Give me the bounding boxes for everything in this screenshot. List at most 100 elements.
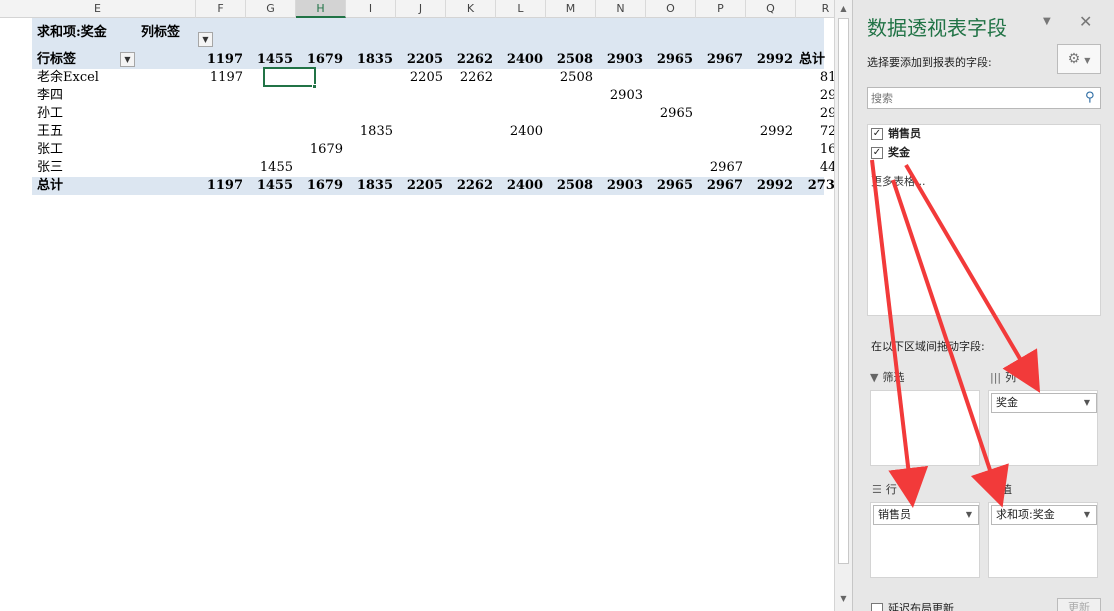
column-header-E[interactable]: E: [0, 0, 196, 18]
pivot-value-cell[interactable]: 1835: [346, 123, 396, 141]
grand-total-cell[interactable]: 2508: [546, 177, 596, 195]
update-button[interactable]: 更新: [1057, 598, 1101, 611]
pivot-col-header-value[interactable]: 2992: [746, 51, 796, 69]
defer-checkbox[interactable]: [871, 603, 883, 611]
pivot-col-header-value[interactable]: 1835: [346, 51, 396, 69]
grand-total-cell[interactable]: 2400: [496, 177, 546, 195]
grand-total-cell[interactable]: 2903: [596, 177, 646, 195]
pivot-col-header-value[interactable]: 2965: [646, 51, 696, 69]
pane-title: 数据透视表字段: [867, 16, 1007, 40]
pivot-value-cell[interactable]: 2262: [446, 69, 496, 87]
chip-label: 求和项:奖金: [996, 508, 1055, 521]
columns-area-label: ||| 列: [990, 370, 1016, 386]
drag-hint-text: 在以下区域间拖动字段:: [871, 340, 985, 353]
column-header-G[interactable]: G: [246, 0, 296, 18]
pivot-col-header-value[interactable]: 2903: [596, 51, 646, 69]
scroll-down-icon[interactable]: ▼: [837, 592, 850, 605]
pivot-row-label[interactable]: 张三: [34, 159, 63, 177]
field-item-salesperson[interactable]: ✓ 销售员: [871, 125, 921, 143]
pivot-value-cell[interactable]: 2205: [396, 69, 446, 87]
column-header-I[interactable]: I: [346, 0, 396, 18]
pivot-col-labels-label: 列标签: [141, 25, 181, 40]
columns-field-chip[interactable]: 奖金 ▼: [991, 393, 1097, 413]
pivot-column-values-row: 行标签 ▼ 1197 1455 1679 1835 2205 2262 2400 2508 29…: [32, 51, 825, 69]
grand-total-cell[interactable]: 2967: [696, 177, 746, 195]
values-dropzone[interactable]: 求和项:奖金 ▼: [988, 502, 1098, 578]
pivot-value-cell[interactable]: 2400: [496, 123, 546, 141]
selected-cell[interactable]: [263, 67, 316, 87]
pivot-value-cell[interactable]: 2903: [596, 87, 646, 105]
chevron-down-icon[interactable]: ▼: [966, 506, 972, 524]
pivot-col-header-value[interactable]: 2262: [446, 51, 496, 69]
scroll-up-icon[interactable]: ▲: [837, 2, 850, 15]
checkbox-bonus[interactable]: ✓: [871, 147, 883, 159]
pivot-row-label[interactable]: 孙工: [34, 105, 63, 123]
pivot-col-header-value[interactable]: 2400: [496, 51, 546, 69]
field-search-input[interactable]: [867, 87, 1101, 109]
grand-total-cell[interactable]: 2992: [746, 177, 796, 195]
column-header-O[interactable]: O: [646, 0, 696, 18]
grand-total-cell[interactable]: 1679: [296, 177, 346, 195]
pivot-col-header-value[interactable]: 2967: [696, 51, 746, 69]
column-header-F[interactable]: F: [196, 0, 246, 18]
pivot-value-cell[interactable]: 1455: [246, 159, 296, 177]
grand-total-cell[interactable]: 1197: [196, 177, 246, 195]
column-header-N[interactable]: N: [596, 0, 646, 18]
chevron-down-icon: ▼: [124, 55, 131, 64]
column-header-H[interactable]: H: [296, 0, 346, 18]
column-header-P[interactable]: P: [696, 0, 746, 18]
pivot-col-header-value[interactable]: 2205: [396, 51, 446, 69]
sigma-icon: Σ: [990, 483, 997, 496]
rows-dropzone[interactable]: 销售员 ▼: [870, 502, 980, 578]
rows-icon: ☰: [872, 483, 882, 496]
pivot-header-band: 求和项:奖金 列标签 ▼: [32, 18, 824, 54]
row-labels-filter-button[interactable]: ▼: [120, 52, 135, 67]
pivot-row-label[interactable]: 老余Excel: [34, 69, 99, 87]
pivot-row-labels-label: 行标签: [37, 52, 77, 67]
pivot-value-cell[interactable]: 1679: [296, 141, 346, 159]
vertical-scrollbar[interactable]: ▲ ▼: [834, 0, 852, 611]
pivot-col-header-value[interactable]: 2508: [546, 51, 596, 69]
pane-options-chevron-icon[interactable]: ▼: [1043, 16, 1051, 27]
grand-total-cell[interactable]: 1835: [346, 177, 396, 195]
grand-total-cell[interactable]: 2262: [446, 177, 496, 195]
more-tables-link[interactable]: 更多表格...: [871, 173, 926, 189]
column-header-K[interactable]: K: [446, 0, 496, 18]
pivot-value-cell[interactable]: 2967: [696, 159, 746, 177]
column-header-J[interactable]: J: [396, 0, 446, 18]
grand-total-cell[interactable]: 2205: [396, 177, 446, 195]
fill-handle[interactable]: [312, 84, 317, 89]
pivot-row: 张工16791679: [32, 141, 853, 159]
column-header-Q[interactable]: Q: [746, 0, 796, 18]
pivot-row: 孙工29652965: [32, 105, 853, 123]
close-icon[interactable]: ✕: [1079, 12, 1092, 31]
pivot-grand-total-row: 总计 1197 1455 1679 1835 2205 2262 2400 2508 2903 2…: [32, 177, 853, 195]
pivot-value-cell[interactable]: 2992: [746, 123, 796, 141]
worksheet[interactable]: EFGHIJKLMNOPQR 求和项:奖金 列标签 ▼ 行标签 ▼ 1197 14…: [0, 0, 856, 611]
field-settings-button[interactable]: ⚙ ▼: [1057, 44, 1101, 74]
pivot-row-label[interactable]: 张工: [34, 141, 63, 159]
grand-total-cell[interactable]: 2965: [646, 177, 696, 195]
pivot-col-header-value[interactable]: 1197: [196, 51, 246, 69]
chevron-down-icon[interactable]: ▼: [1084, 506, 1090, 524]
pivot-value-cell[interactable]: 2965: [646, 105, 696, 123]
columns-dropzone[interactable]: 奖金 ▼: [988, 390, 1098, 466]
search-icon[interactable]: ⚲: [1085, 90, 1095, 105]
defer-layout-update[interactable]: 延迟布局更新: [871, 600, 954, 611]
checkbox-salesperson[interactable]: ✓: [871, 128, 883, 140]
pivot-value-cell[interactable]: 2508: [546, 69, 596, 87]
grand-total-cell[interactable]: 1455: [246, 177, 296, 195]
field-list: ✓ 销售员 ✓ 奖金 更多表格...: [867, 124, 1101, 316]
pivot-row-label[interactable]: 王五: [34, 123, 63, 141]
col-labels-filter-button[interactable]: ▼: [198, 32, 213, 47]
chevron-down-icon[interactable]: ▼: [1084, 394, 1090, 412]
pivot-value-cell[interactable]: 1197: [196, 69, 246, 87]
filter-dropzone[interactable]: [870, 390, 980, 466]
pivot-row-label[interactable]: 李四: [34, 87, 63, 105]
column-header-M[interactable]: M: [546, 0, 596, 18]
values-field-chip[interactable]: 求和项:奖金 ▼: [991, 505, 1097, 525]
scroll-thumb[interactable]: [838, 18, 849, 564]
rows-field-chip[interactable]: 销售员 ▼: [873, 505, 979, 525]
field-item-bonus[interactable]: ✓ 奖金: [871, 144, 910, 162]
column-header-L[interactable]: L: [496, 0, 546, 18]
